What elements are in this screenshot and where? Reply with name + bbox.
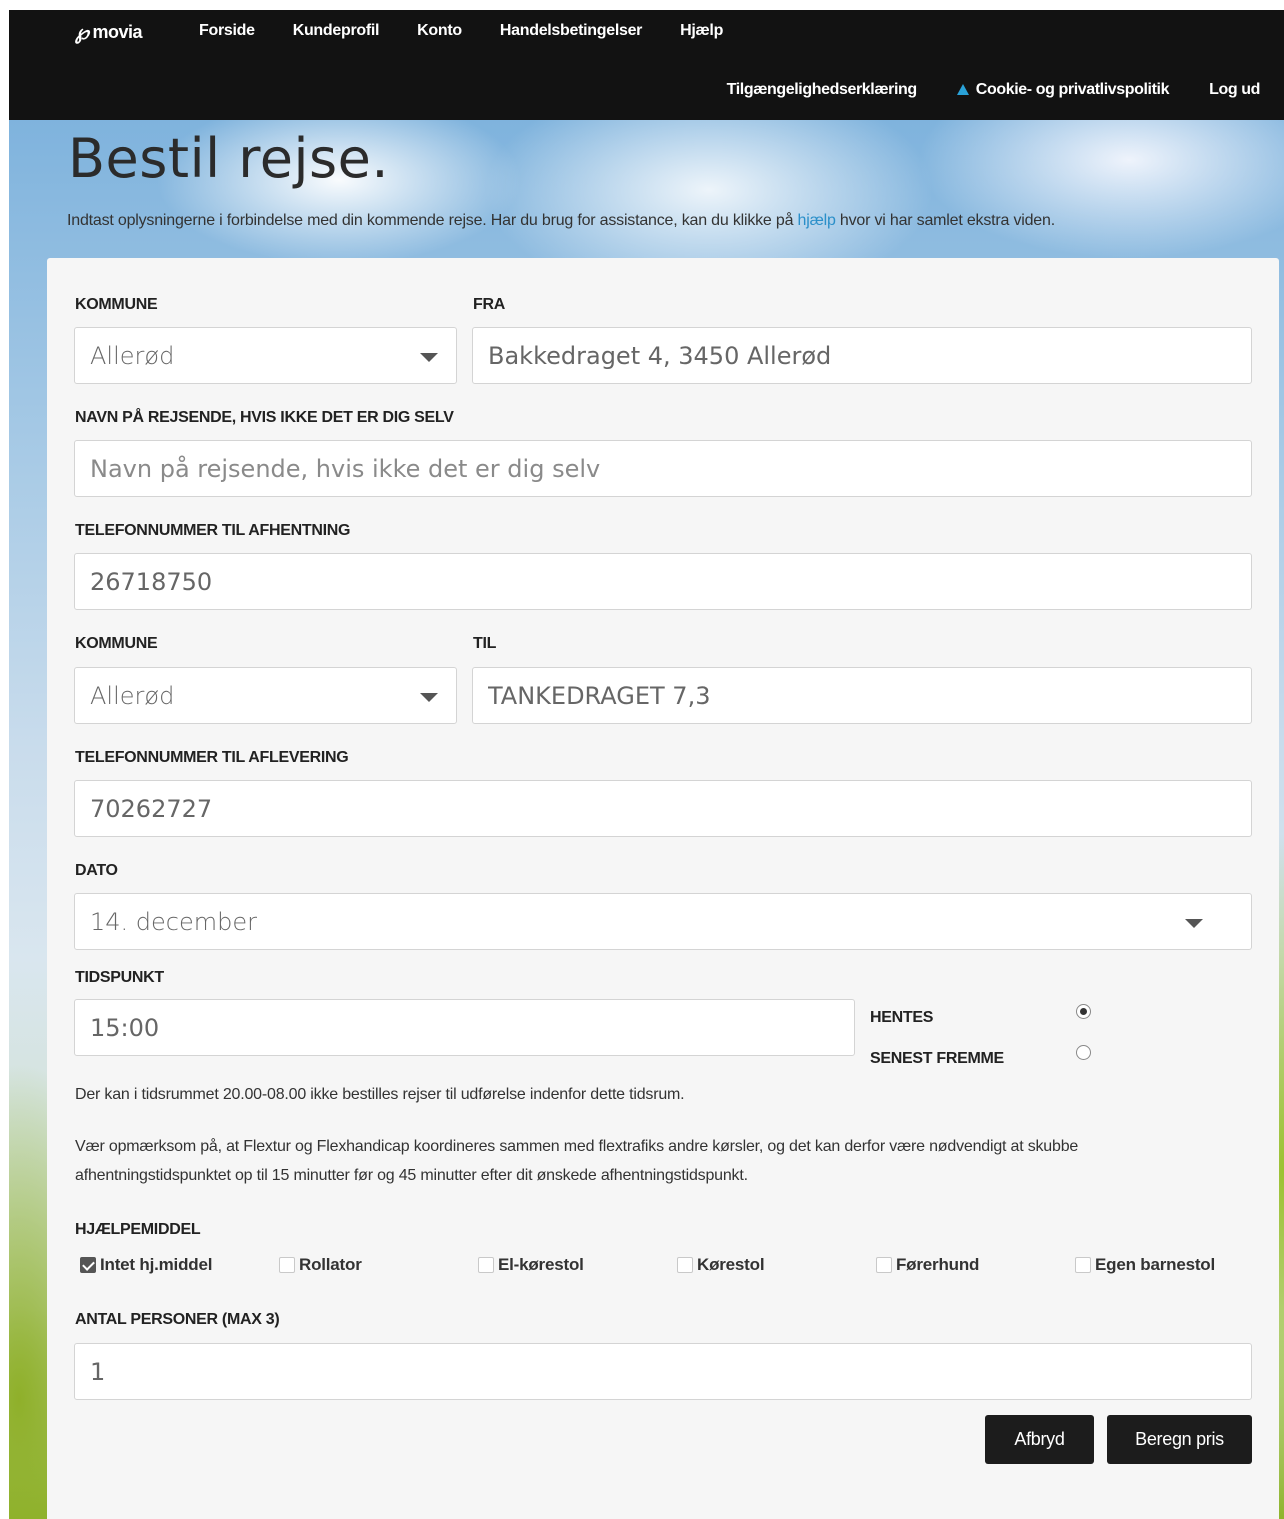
navn-label: NAVN PÅ REJSENDE, HVIS IKKE DET ER DIG S…: [75, 409, 454, 426]
nav-forside[interactable]: Forside: [199, 22, 255, 40]
aid-forerhund-label: Førerhund: [896, 1255, 980, 1274]
nav-logout[interactable]: Log ud: [1209, 81, 1260, 99]
tlf-aflever-input-field[interactable]: [90, 794, 1251, 823]
aid-forerhund[interactable]: Førerhund: [876, 1255, 979, 1275]
chevron-down-icon: [420, 353, 438, 362]
aid-korestol[interactable]: Kørestol: [677, 1255, 765, 1275]
aid-rollator[interactable]: Rollator: [279, 1255, 362, 1275]
checkbox[interactable]: [876, 1257, 892, 1273]
dato-select[interactable]: 14. december: [74, 893, 1252, 950]
aid-rollator-label: Rollator: [299, 1255, 362, 1274]
tlf-aflever-label: TELEFONNUMMER TIL AFLEVERING: [75, 749, 349, 766]
til-input[interactable]: [472, 667, 1252, 724]
kommune-to-value: Allerød: [90, 681, 175, 710]
tid-label: TIDSPUNKT: [75, 969, 164, 986]
intro-text: Indtast oplysningerne i forbindelse med …: [67, 212, 1055, 230]
secondary-nav: Tilgængelighedserklæring Cookie- og priv…: [687, 81, 1261, 99]
aid-korestol-label: Kørestol: [697, 1255, 765, 1274]
tlf-afhent-input-field[interactable]: [90, 567, 1251, 596]
page-margin: [0, 0, 9, 1519]
antal-input-field[interactable]: [90, 1357, 1251, 1386]
aid-checkbox-group: Intet hj.middel Rollator El-kørestol Kør…: [80, 1255, 1250, 1279]
checkbox[interactable]: [677, 1257, 693, 1273]
navn-input-field[interactable]: [90, 454, 1251, 483]
main-nav: Forside Kundeprofil Konto Handelsbetinge…: [199, 22, 761, 40]
nav-accessibility[interactable]: Tilgængelighedserklæring: [727, 81, 918, 99]
warning-icon: [956, 83, 969, 95]
checkbox[interactable]: [478, 1257, 494, 1273]
aid-barnestol[interactable]: Egen barnestol: [1075, 1255, 1215, 1275]
senest-label: SENEST FREMME: [870, 1050, 1004, 1067]
hjaelp-label: HJÆLPEMIDDEL: [75, 1221, 201, 1238]
calculate-price-button[interactable]: Beregn pris: [1107, 1415, 1252, 1464]
nav-konto[interactable]: Konto: [417, 22, 462, 40]
tlf-aflever-input[interactable]: [74, 780, 1252, 837]
intro-text-start: Indtast oplysningerne i forbindelse med …: [67, 212, 798, 229]
nav-hjaelp[interactable]: Hjælp: [680, 22, 723, 40]
movia-logo[interactable]: ℘ movia: [75, 20, 142, 45]
aid-intet-label: Intet hj.middel: [100, 1255, 213, 1274]
aid-el-korestol-label: El-kørestol: [498, 1255, 584, 1274]
chevron-down-icon: [1185, 919, 1203, 928]
til-label: TIL: [473, 635, 497, 652]
cancel-button[interactable]: Afbryd: [985, 1415, 1094, 1464]
fra-input[interactable]: [472, 327, 1252, 384]
antal-label: ANTAL PERSONER (MAX 3): [75, 1311, 280, 1328]
coordination-note-line2: afhentningstidspunktet op til 15 minutte…: [75, 1167, 748, 1184]
movia-logo-icon: ℘: [75, 22, 89, 44]
kommune-from-label: KOMMUNE: [75, 296, 158, 313]
fra-label: FRA: [473, 296, 505, 313]
aid-barnestol-label: Egen barnestol: [1095, 1255, 1216, 1274]
nav-kundeprofil[interactable]: Kundeprofil: [293, 22, 380, 40]
kommune-to-select[interactable]: Allerød: [74, 667, 457, 724]
antal-input[interactable]: [74, 1343, 1252, 1400]
kommune-from-select[interactable]: Allerød: [74, 327, 457, 384]
tid-input-field[interactable]: [90, 1013, 854, 1042]
nav-cookie-label: Cookie- og privatlivspolitik: [975, 81, 1170, 98]
tlf-afhent-input[interactable]: [74, 553, 1252, 610]
help-link[interactable]: hjælp: [798, 212, 836, 229]
kommune-to-label: KOMMUNE: [75, 635, 158, 652]
nav-handelsbetingelser[interactable]: Handelsbetingelser: [500, 22, 643, 40]
time-restriction-note: Der kan i tidsrummet 20.00-08.00 ikke be…: [75, 1086, 685, 1103]
navn-input[interactable]: [74, 440, 1252, 497]
logo-text: movia: [92, 22, 142, 42]
checkbox[interactable]: [279, 1257, 295, 1273]
kommune-from-value: Allerød: [90, 341, 175, 370]
intro-text-end: hvor vi har samlet ekstra viden.: [835, 212, 1055, 229]
nav-cookie[interactable]: Cookie- og privatlivspolitik: [956, 81, 1170, 99]
hentes-radio[interactable]: [1076, 1004, 1091, 1019]
page-title: Bestil rejse.: [68, 127, 390, 190]
senest-radio[interactable]: [1076, 1045, 1091, 1060]
tlf-afhent-label: TELEFONNUMMER TIL AFHENTNING: [75, 522, 351, 539]
aid-intet[interactable]: Intet hj.middel: [80, 1255, 212, 1275]
til-input-field[interactable]: [488, 681, 1251, 710]
checkbox[interactable]: [1075, 1257, 1091, 1273]
tid-input[interactable]: [74, 999, 855, 1056]
dato-label: DATO: [75, 862, 118, 879]
fra-input-field[interactable]: [488, 341, 1251, 370]
dato-value: 14. december: [90, 907, 258, 936]
checkbox-checked[interactable]: [80, 1257, 96, 1273]
chevron-down-icon: [420, 693, 438, 702]
hentes-label: HENTES: [870, 1009, 934, 1026]
aid-el-korestol[interactable]: El-kørestol: [478, 1255, 584, 1275]
top-navigation: ℘ movia Forside Kundeprofil Konto Handel…: [9, 10, 1284, 120]
coordination-note-line1: Vær opmærksom på, at Flextur og Flexhand…: [75, 1138, 1079, 1155]
